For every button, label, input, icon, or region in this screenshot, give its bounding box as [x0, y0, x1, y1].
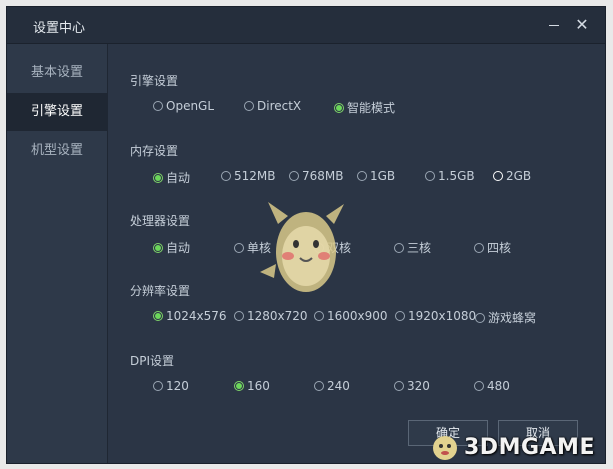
radio-checked-icon — [334, 102, 344, 113]
cpu-option-auto[interactable]: 自动 — [153, 239, 190, 256]
radio-icon — [314, 381, 324, 391]
sidebar: 基本设置 引擎设置 机型设置 — [7, 44, 108, 463]
resolution-section-title: 分辨率设置 — [130, 284, 191, 298]
title-bar: 设置中心 ✕ — [7, 7, 605, 44]
radio-checked-icon — [153, 311, 163, 321]
radio-icon — [395, 311, 405, 321]
radio-icon — [474, 381, 484, 391]
radio-icon — [475, 312, 485, 323]
radio-checked-icon — [153, 172, 163, 183]
option-label: 1920x1080 — [408, 309, 477, 323]
sidebar-item-model[interactable]: 机型设置 — [7, 132, 107, 170]
dpi-option-480[interactable]: 480 — [474, 379, 510, 393]
engine-option-directx[interactable]: DirectX — [244, 99, 301, 113]
radio-checked-icon — [153, 242, 163, 253]
option-label: 768MB — [302, 169, 344, 183]
radio-icon — [493, 171, 503, 181]
resolution-option-1600x900[interactable]: 1600x900 — [314, 309, 388, 323]
option-label: 四核 — [487, 241, 512, 255]
option-label: 1024x576 — [166, 309, 227, 323]
radio-icon — [357, 171, 367, 181]
radio-icon — [153, 101, 163, 111]
option-label: 1600x900 — [327, 309, 388, 323]
dpi-option-240[interactable]: 240 — [314, 379, 350, 393]
option-label: 2GB — [506, 169, 532, 183]
watermark-logo-icon — [433, 436, 457, 460]
engine-option-smart[interactable]: 智能模式 — [334, 99, 395, 116]
radio-icon — [153, 381, 163, 391]
option-label: 120 — [166, 379, 189, 393]
option-label: 480 — [487, 379, 510, 393]
memory-option-auto[interactable]: 自动 — [153, 169, 190, 186]
resolution-option-1920x1080[interactable]: 1920x1080 — [395, 309, 476, 323]
option-label: 1.5GB — [438, 169, 475, 183]
close-icon[interactable]: ✕ — [573, 16, 591, 34]
option-label: 240 — [327, 379, 350, 393]
watermark-text: 3DMGAME — [464, 434, 595, 460]
option-label: 自动 — [166, 171, 191, 185]
settings-window: 设置中心 ✕ 基本设置 引擎设置 机型设置 引擎设置 OpenGL Direct… — [6, 6, 606, 464]
dpi-option-320[interactable]: 320 — [394, 379, 430, 393]
radio-icon — [394, 242, 404, 253]
option-label: 160 — [247, 379, 270, 393]
radio-icon — [289, 171, 299, 181]
option-label: OpenGL — [166, 99, 215, 113]
resolution-option-game-hive[interactable]: 游戏蜂窝 — [475, 309, 536, 326]
sidebar-item-engine[interactable]: 引擎设置 — [7, 93, 107, 131]
option-label: 三核 — [407, 241, 432, 255]
memory-option-2gb[interactable]: 2GB — [493, 169, 531, 183]
cpu-option-triple[interactable]: 三核 — [394, 239, 431, 256]
resolution-option-1280x720[interactable]: 1280x720 — [234, 309, 308, 323]
option-label: 游戏蜂窝 — [488, 311, 537, 325]
radio-icon — [221, 171, 231, 181]
minimize-icon[interactable] — [545, 16, 563, 34]
cpu-section-title: 处理器设置 — [130, 214, 191, 228]
memory-option-1gb[interactable]: 1GB — [357, 169, 395, 183]
radio-icon — [394, 381, 404, 391]
cpu-option-quad[interactable]: 四核 — [474, 239, 511, 256]
memory-option-768mb[interactable]: 768MB — [289, 169, 344, 183]
settings-content: 引擎设置 OpenGL DirectX 智能模式 内存设置 自动 512MB 7… — [108, 44, 605, 463]
radio-icon — [474, 242, 484, 253]
dpi-option-160[interactable]: 160 — [234, 379, 270, 393]
option-label: DirectX — [257, 99, 302, 113]
dpi-option-120[interactable]: 120 — [153, 379, 189, 393]
option-label: 1GB — [370, 169, 396, 183]
sidebar-item-basic[interactable]: 基本设置 — [7, 54, 107, 92]
radio-icon — [234, 311, 244, 321]
option-label: 320 — [407, 379, 430, 393]
option-label: 1280x720 — [247, 309, 308, 323]
option-label: 智能模式 — [347, 101, 396, 115]
radio-icon — [244, 101, 254, 111]
engine-section-title: 引擎设置 — [130, 74, 179, 88]
radio-icon — [425, 171, 435, 181]
resolution-option-1024x576[interactable]: 1024x576 — [153, 309, 227, 323]
memory-section-title: 内存设置 — [130, 144, 179, 158]
option-label: 自动 — [166, 241, 191, 255]
option-label: 512MB — [234, 169, 276, 183]
dpi-section-title: DPI设置 — [130, 354, 175, 368]
radio-icon — [314, 311, 324, 321]
engine-option-opengl[interactable]: OpenGL — [153, 99, 214, 113]
memory-option-512mb[interactable]: 512MB — [221, 169, 276, 183]
window-title: 设置中心 — [33, 21, 86, 36]
mascot-watermark-icon — [260, 202, 344, 292]
memory-option-1-5gb[interactable]: 1.5GB — [425, 169, 475, 183]
watermark: 3DMGAME — [430, 432, 595, 462]
radio-icon — [234, 242, 244, 253]
radio-checked-icon — [234, 381, 244, 391]
